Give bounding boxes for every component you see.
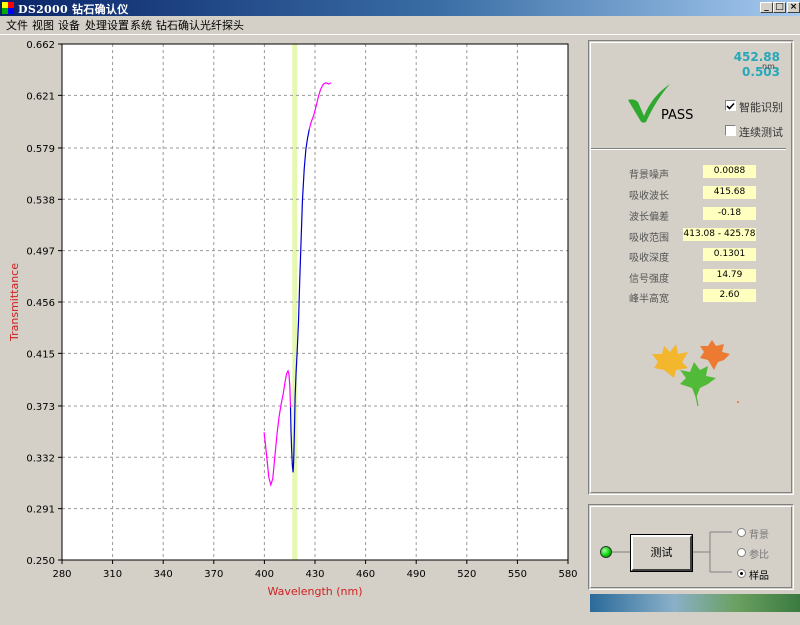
param-label: 背景噪声 bbox=[629, 170, 669, 181]
smart-identify-checkbox[interactable] bbox=[725, 100, 736, 111]
y-tick-label: 0.579 bbox=[26, 144, 55, 155]
menu-fiber-probe[interactable]: 光纤探头 bbox=[200, 17, 244, 33]
x-tick-label: 520 bbox=[457, 569, 476, 580]
y-tick-label: 0.415 bbox=[26, 349, 55, 360]
y-tick-label: 0.538 bbox=[26, 195, 55, 206]
menu-divider bbox=[0, 34, 800, 35]
window-title: DS2000 钻石确认仪 bbox=[18, 3, 129, 16]
mode-radio-background[interactable] bbox=[737, 528, 746, 537]
menu-view[interactable]: 视图 bbox=[32, 17, 54, 33]
param-value: 0.1301 bbox=[703, 248, 756, 261]
y-tick-label: 0.332 bbox=[26, 453, 55, 464]
param-label: 峰半高宽 bbox=[629, 294, 669, 305]
test-button[interactable]: 测试 bbox=[630, 534, 693, 572]
minimize-button[interactable]: _ bbox=[760, 2, 773, 13]
x-tick-label: 550 bbox=[508, 569, 527, 580]
param-value: 0.0088 bbox=[703, 165, 756, 178]
x-tick-label: 340 bbox=[154, 569, 173, 580]
y-axis-label: Transmittance bbox=[8, 263, 21, 342]
param-label: 信号强度 bbox=[629, 274, 669, 285]
status-led-icon bbox=[600, 546, 612, 558]
checkmark-icon bbox=[726, 102, 735, 110]
param-value: 415.68 bbox=[703, 186, 756, 199]
menu-device[interactable]: 设备 bbox=[58, 17, 80, 33]
continuous-test-checkbox[interactable] bbox=[725, 125, 736, 136]
param-value: 14.79 bbox=[703, 269, 756, 282]
param-label: 吸收波长 bbox=[629, 191, 669, 202]
x-tick-label: 460 bbox=[356, 569, 375, 580]
mode-label-reference: 参比 bbox=[749, 550, 769, 561]
maximize-button[interactable]: □ bbox=[773, 2, 786, 13]
continuous-test-label: 连续测试 bbox=[739, 126, 783, 139]
x-tick-label: 400 bbox=[255, 569, 274, 580]
maple-leaf-logo-icon bbox=[652, 340, 739, 407]
x-tick-label: 430 bbox=[305, 569, 324, 580]
mode-radio-sample[interactable] bbox=[737, 569, 746, 578]
menu-processing-settings[interactable]: 处理设置 bbox=[85, 17, 129, 33]
y-tick-label: 0.456 bbox=[26, 298, 55, 309]
mode-radio-reference[interactable] bbox=[737, 548, 746, 557]
smart-identify-label: 智能识别 bbox=[739, 101, 783, 114]
x-tick-label: 580 bbox=[558, 569, 577, 580]
x-tick-label: 310 bbox=[103, 569, 122, 580]
title-bar[interactable]: DS2000 钻石确认仪 _ □ × bbox=[0, 0, 800, 16]
mode-label-sample: 样品 bbox=[749, 571, 769, 582]
menu-file[interactable]: 文件 bbox=[6, 17, 28, 33]
y-tick-label: 0.250 bbox=[26, 556, 55, 567]
y-tick-label: 0.497 bbox=[26, 247, 55, 258]
decorative-banner bbox=[590, 594, 800, 612]
param-value: 413.08 - 425.78 bbox=[683, 228, 756, 241]
menu-bar: 文件 视图 设备 处理设置 系统 钻石确认 光纤探头 bbox=[0, 16, 800, 34]
mode-label-background: 背景 bbox=[749, 530, 769, 541]
result-status: PASS bbox=[661, 108, 694, 123]
app-icon bbox=[2, 2, 14, 14]
menu-system[interactable]: 系统 bbox=[130, 17, 152, 33]
spectrum-chart[interactable]: 280 310 340 370 400 430 460 490 520 550 580 0.662 0.… bbox=[0, 36, 582, 625]
x-axis-label: Wavelength (nm) bbox=[267, 585, 362, 598]
y-tick-label: 0.621 bbox=[26, 91, 55, 102]
param-label: 波长偏差 bbox=[629, 212, 669, 223]
close-button[interactable]: × bbox=[787, 2, 800, 13]
param-label: 吸收范围 bbox=[629, 233, 669, 244]
x-tick-label: 370 bbox=[204, 569, 223, 580]
x-tick-label: 490 bbox=[407, 569, 426, 580]
x-tick-label: 280 bbox=[52, 569, 71, 580]
spectrum-chart-area[interactable]: 280 310 340 370 400 430 460 490 520 550 580 0.662 0.… bbox=[0, 36, 582, 625]
param-value: -0.18 bbox=[703, 207, 756, 220]
y-tick-label: 0.662 bbox=[26, 40, 55, 51]
param-value: 2.60 bbox=[703, 289, 756, 302]
menu-diamond-confirm[interactable]: 钻石确认 bbox=[156, 17, 200, 33]
readout-unit: nm bbox=[762, 62, 775, 71]
y-tick-label: 0.291 bbox=[26, 505, 55, 516]
panel-divider bbox=[591, 148, 786, 150]
y-tick-label: 0.373 bbox=[26, 402, 55, 413]
param-label: 吸收深度 bbox=[629, 253, 669, 264]
